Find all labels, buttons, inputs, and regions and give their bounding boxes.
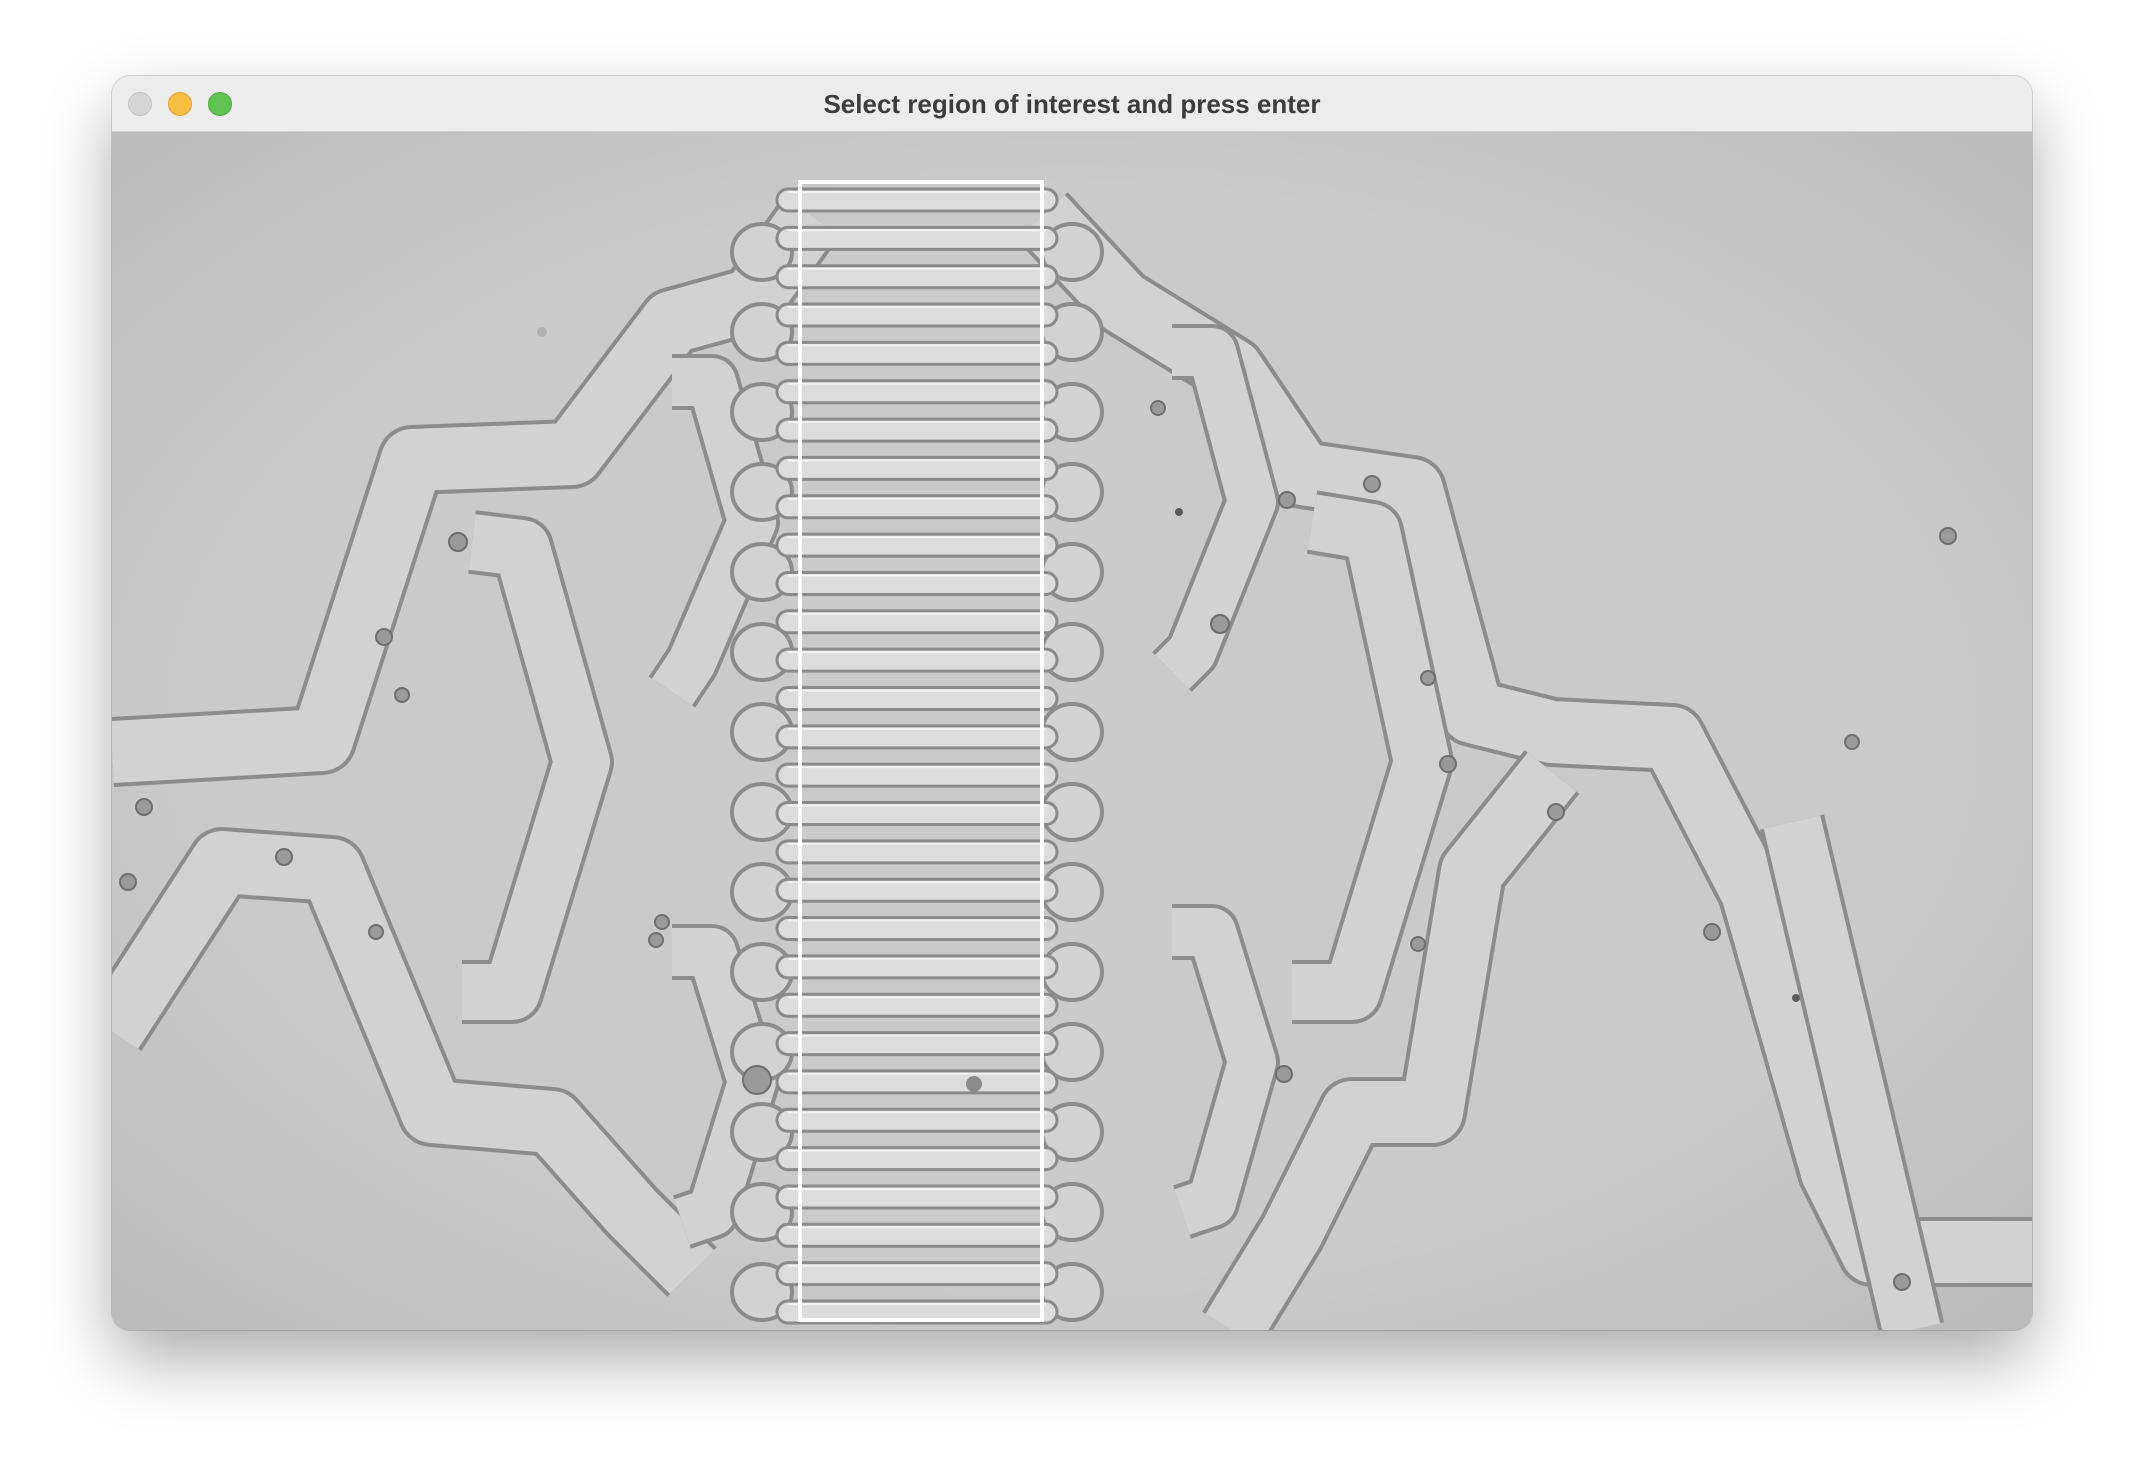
microfluidic-device-image <box>112 132 2032 1330</box>
region-of-interest-selection[interactable] <box>798 180 1044 1322</box>
microscope-image[interactable] <box>112 132 2032 1330</box>
title-bar[interactable]: Select region of interest and press ente… <box>112 76 2032 132</box>
roi-selection-window: Select region of interest and press ente… <box>112 76 2032 1330</box>
window-title: Select region of interest and press ente… <box>823 89 1321 119</box>
